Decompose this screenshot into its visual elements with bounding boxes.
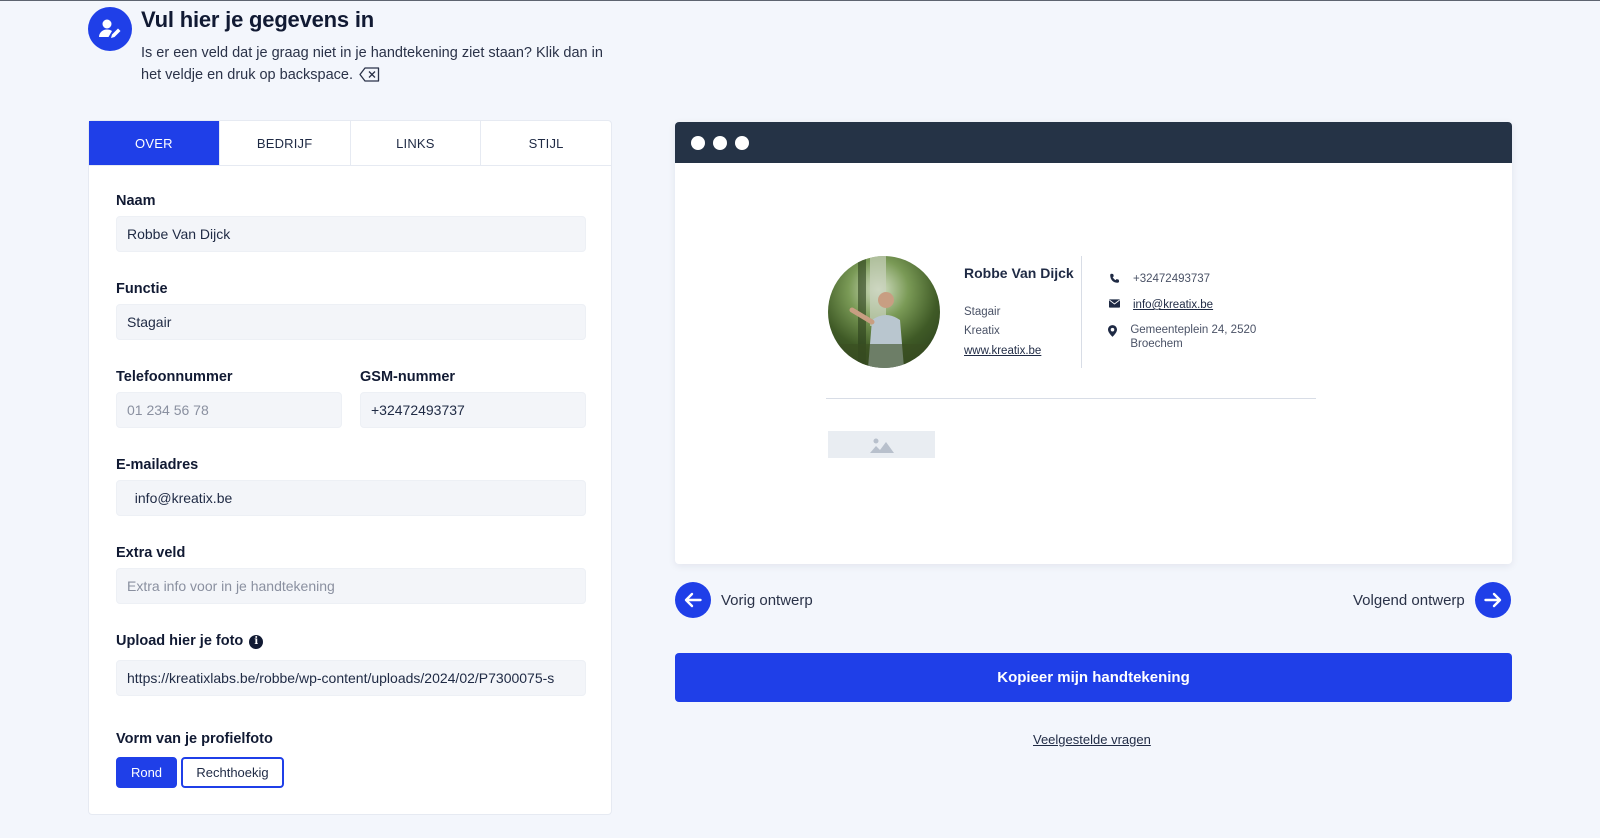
- envelope-icon: [1107, 298, 1121, 308]
- window-dot: [691, 135, 705, 150]
- previous-design-button[interactable]: Vorig ontwerp: [675, 582, 813, 618]
- signature-divider: [1081, 256, 1082, 368]
- page-description: Is er een veld dat je graag niet in je h…: [141, 42, 621, 89]
- signature-website-link[interactable]: www.kreatix.be: [964, 345, 1041, 357]
- email-input[interactable]: [116, 480, 586, 516]
- arrow-left-icon[interactable]: [675, 582, 711, 618]
- mobile-label: GSM-nummer: [360, 369, 456, 385]
- signature-email: info@kreatix.be: [1107, 298, 1213, 312]
- signature-role: Stagair: [964, 306, 1001, 318]
- photo-label: Upload hier je foto i: [116, 633, 264, 649]
- profile-photo: [828, 256, 940, 368]
- tab-over[interactable]: OVER: [89, 121, 220, 165]
- photo-url-input[interactable]: [116, 660, 586, 696]
- copy-signature-button[interactable]: Kopieer mijn handtekening: [675, 653, 1512, 702]
- tab-links[interactable]: LINKS: [351, 121, 482, 165]
- photo-label-text: Upload hier je foto: [116, 633, 244, 649]
- photo-shape-label: Vorm van je profielfoto: [116, 731, 273, 747]
- phone-input[interactable]: [116, 392, 342, 428]
- banner-placeholder: [828, 431, 935, 458]
- phone-label: Telefoonnummer: [116, 369, 233, 385]
- extra-field-input[interactable]: [116, 568, 586, 604]
- user-edit-icon: [88, 7, 132, 51]
- name-input[interactable]: [116, 216, 586, 252]
- name-label: Naam: [116, 193, 156, 209]
- form-panel: OVER BEDRIJF LINKS STIJL Naam Functie Te…: [88, 120, 612, 815]
- backspace-icon: [359, 67, 380, 89]
- shape-rectangle-button[interactable]: Rechthoekig: [181, 757, 284, 788]
- next-design-label: Volgend ontwerp: [1353, 591, 1465, 609]
- info-icon[interactable]: i: [249, 634, 264, 649]
- function-label: Functie: [116, 281, 168, 297]
- signature-separator: [826, 398, 1316, 399]
- email-label: E-mailadres: [116, 457, 199, 473]
- faq-link[interactable]: Veelgestelde vragen: [1033, 732, 1151, 747]
- window-top-border: [0, 0, 1600, 1]
- preview-title-bar: [675, 122, 1512, 163]
- signature-address-text: Gemeenteplein 24, 2520 Broechem: [1130, 324, 1257, 350]
- location-pin-icon: [1107, 323, 1118, 337]
- next-design-button[interactable]: Volgend ontwerp: [1353, 582, 1511, 618]
- tab-bedrijf[interactable]: BEDRIJF: [220, 121, 351, 165]
- image-placeholder-icon: [869, 438, 894, 453]
- signature-name: Robbe Van Dijck: [964, 265, 1074, 281]
- shape-round-button[interactable]: Rond: [116, 757, 177, 788]
- function-input[interactable]: [116, 304, 586, 340]
- window-dot: [713, 135, 727, 150]
- mobile-input[interactable]: [360, 392, 586, 428]
- signature-address: Gemeenteplein 24, 2520 Broechem: [1107, 323, 1277, 351]
- extra-field-label: Extra veld: [116, 545, 186, 561]
- signature-preview-window: Robbe Van Dijck Stagair Kreatix www.krea…: [675, 122, 1512, 564]
- tab-bar: OVER BEDRIJF LINKS STIJL: [89, 121, 611, 166]
- arrow-right-icon[interactable]: [1474, 582, 1511, 618]
- tab-stijl[interactable]: STIJL: [481, 121, 611, 165]
- signature-phone: +32472493737: [1107, 272, 1210, 286]
- phone-icon: [1107, 272, 1121, 284]
- previous-design-label: Vorig ontwerp: [721, 591, 813, 609]
- window-dot: [735, 135, 749, 150]
- signature-email-link[interactable]: info@kreatix.be: [1133, 298, 1213, 312]
- page-title: Vul hier je gegevens in: [141, 7, 374, 32]
- signature-company: Kreatix: [964, 325, 1000, 337]
- signature-phone-text: +32472493737: [1133, 273, 1211, 285]
